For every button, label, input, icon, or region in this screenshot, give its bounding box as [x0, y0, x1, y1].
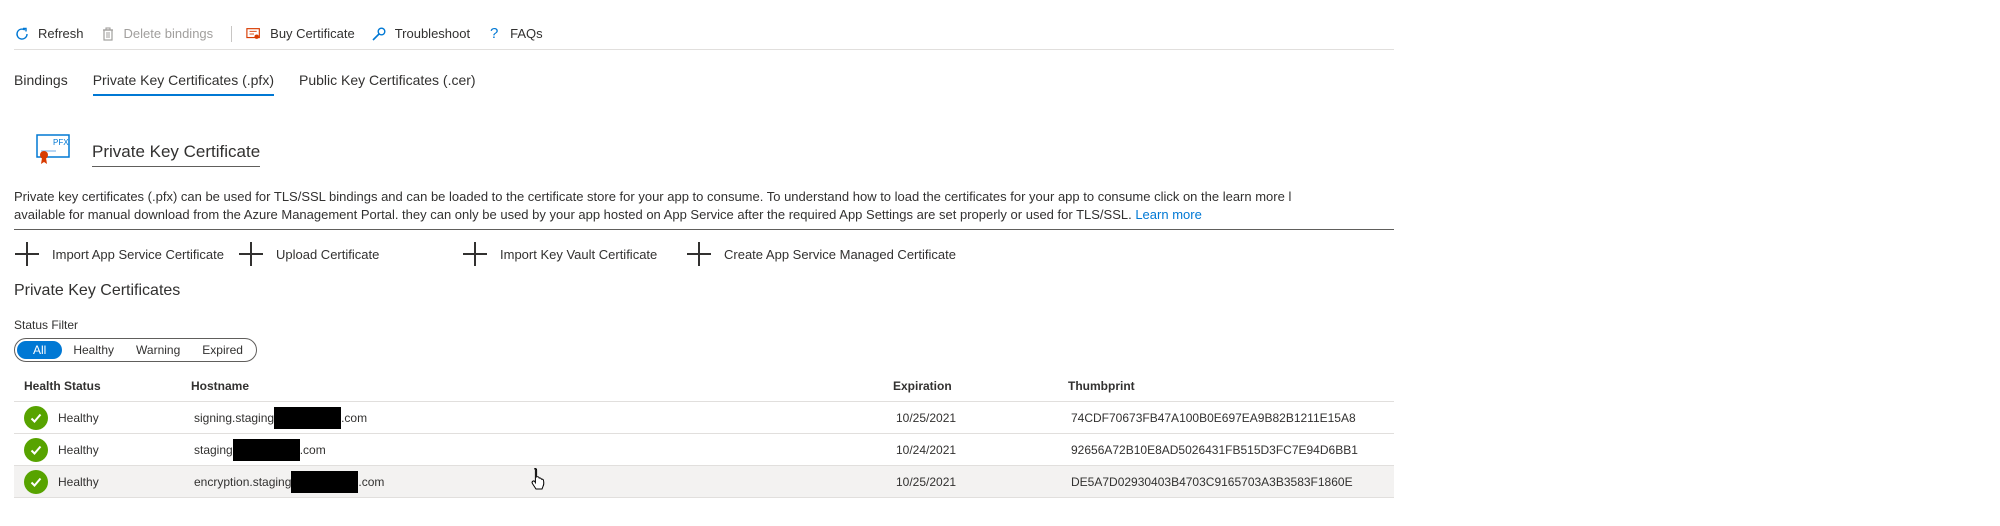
filter-all[interactable]: All [17, 341, 63, 359]
delete-bindings-button[interactable]: Delete bindings [100, 18, 230, 50]
description-line-2: available for manual download from the A… [14, 206, 1394, 224]
certificate-actions: Import App Service Certificate Upload Ce… [14, 240, 956, 268]
table-header: Health Status Hostname Expiration Thumbp… [14, 370, 1394, 402]
plus-icon [14, 241, 40, 267]
pfx-certificate-icon: PFX [36, 133, 70, 167]
health-status-text: Healthy [58, 410, 99, 425]
description-line-1: Private key certificates (.pfx) can be u… [14, 189, 1292, 204]
health-status-cell: Healthy [14, 405, 191, 430]
table-row[interactable]: Healthy staging .com 10/24/2021 92656A72B… [14, 434, 1394, 466]
delete-bindings-label: Delete bindings [123, 26, 214, 41]
refresh-label: Refresh [38, 26, 84, 41]
expiration-cell: 10/24/2021 [896, 442, 957, 457]
section-title: Private Key Certificate [92, 142, 261, 167]
import-key-vault-certificate-button[interactable]: Import Key Vault Certificate [462, 240, 686, 268]
redaction-block [274, 406, 342, 429]
pfx-icon-text: PFX [53, 138, 69, 147]
hostname-prefix: encryption.staging [194, 474, 292, 489]
upload-certificate-button[interactable]: Upload Certificate [238, 240, 462, 268]
health-status-cell: Healthy [14, 437, 191, 462]
buy-certificate-button[interactable]: Buy Certificate [246, 18, 371, 50]
filter-warning[interactable]: Warning [125, 341, 191, 359]
thumbprint-cell: DE5A7D02930403B4703C9165703A3B3583F1860E [1071, 474, 1353, 489]
redaction-block [232, 438, 300, 461]
expiration-cell: 10/25/2021 [896, 410, 957, 425]
plus-icon [462, 241, 488, 267]
command-bar: Refresh Delete bindings Buy Certificate … [14, 18, 1394, 50]
health-status-cell: Healthy [14, 469, 191, 494]
import-app-service-certificate-button[interactable]: Import App Service Certificate [14, 240, 238, 268]
list-title: Private Key Certificates [14, 282, 181, 299]
health-status-text: Healthy [58, 474, 99, 489]
description-line-2-text: available for manual download from the A… [14, 207, 1132, 222]
filter-healthy[interactable]: Healthy [62, 341, 125, 359]
import-key-vault-certificate-label: Import Key Vault Certificate [500, 246, 658, 262]
section-header: PFX Private Key Certificate [36, 132, 261, 167]
expiration-cell: 10/25/2021 [896, 474, 957, 489]
status-filter: All Healthy Warning Expired [14, 338, 257, 362]
plus-icon [238, 241, 264, 267]
hostname-suffix: .com [341, 410, 368, 425]
column-hostname[interactable]: Hostname [191, 379, 893, 393]
trash-icon [100, 26, 116, 42]
thumbprint-cell: 92656A72B10E8AD5026431FB515D3FC7E94D6BB1 [1071, 442, 1358, 457]
tab-public-key-certificates[interactable]: Public Key Certificates (.cer) [299, 68, 476, 96]
learn-more-link[interactable]: Learn more [1135, 207, 1201, 222]
create-managed-certificate-label: Create App Service Managed Certificate [724, 246, 956, 262]
table-row[interactable]: Healthy encryption.staging .com 10/25/202… [14, 466, 1394, 498]
refresh-button[interactable]: Refresh [14, 18, 100, 50]
column-expiration[interactable]: Expiration [893, 379, 1068, 393]
thumbprint-cell: 74CDF70673FB47A100B0E697EA9B82B1211E15A8 [1071, 410, 1356, 425]
import-app-service-certificate-label: Import App Service Certificate [52, 246, 224, 262]
description: Private key certificates (.pfx) can be u… [14, 188, 1394, 230]
tab-private-key-certificates[interactable]: Private Key Certificates (.pfx) [92, 68, 275, 96]
certificate-cart-icon [246, 26, 262, 42]
health-status-text: Healthy [58, 442, 99, 457]
redaction-block [291, 470, 359, 493]
hand-cursor-icon [529, 467, 549, 491]
tab-bindings[interactable]: Bindings [14, 68, 68, 96]
certificates-table: Health Status Hostname Expiration Thumbp… [14, 370, 1394, 498]
hostname-cell: signing.staging .com [191, 406, 893, 429]
buy-certificate-label: Buy Certificate [270, 26, 355, 41]
checkmark-icon [24, 405, 48, 430]
create-managed-certificate-button[interactable]: Create App Service Managed Certificate [686, 240, 956, 268]
troubleshoot-button[interactable]: Troubleshoot [371, 18, 486, 50]
upload-certificate-label: Upload Certificate [276, 246, 380, 262]
table-row[interactable]: Healthy signing.staging .com 10/25/2021 7… [14, 402, 1394, 434]
column-thumbprint[interactable]: Thumbprint [1068, 379, 1394, 393]
refresh-icon [14, 26, 30, 42]
plus-icon [686, 241, 712, 267]
certificate-tabs: Bindings Private Key Certificates (.pfx)… [14, 68, 501, 96]
hostname-cell: staging .com [191, 438, 893, 461]
filter-expired[interactable]: Expired [191, 341, 254, 359]
hostname-suffix: .com [299, 442, 326, 457]
hostname-prefix: signing.staging [194, 410, 275, 425]
wrench-icon [371, 26, 387, 42]
checkmark-icon [24, 469, 48, 494]
faqs-label: FAQs [510, 26, 543, 41]
checkmark-icon [24, 437, 48, 462]
troubleshoot-label: Troubleshoot [394, 26, 471, 41]
hostname-prefix: staging [194, 442, 233, 457]
column-health-status[interactable]: Health Status [14, 379, 191, 393]
faqs-button[interactable]: ? FAQs [486, 18, 559, 50]
hostname-suffix: .com [358, 474, 385, 489]
question-icon: ? [489, 25, 499, 42]
toolbar-divider [231, 25, 233, 42]
status-filter-label: Status Filter [14, 318, 79, 332]
